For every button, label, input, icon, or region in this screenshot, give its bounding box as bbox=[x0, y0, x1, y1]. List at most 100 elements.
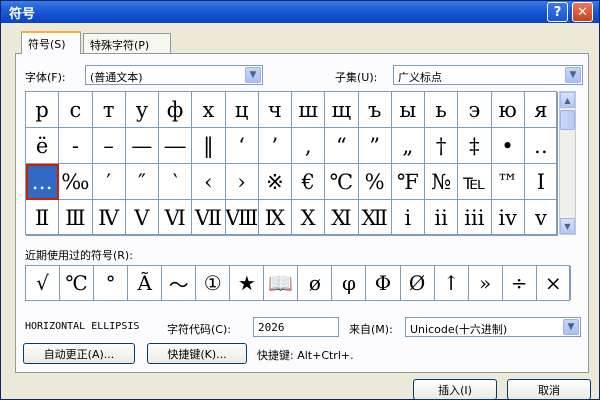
symbol-cell[interactable]: ю bbox=[491, 92, 525, 128]
recent-symbol-cell[interactable]: Ø bbox=[401, 266, 435, 300]
symbol-cell[interactable]: ” bbox=[358, 128, 392, 164]
recent-symbol-cell[interactable]: φ bbox=[332, 266, 367, 300]
recent-symbol-cell[interactable]: ↑ bbox=[435, 266, 469, 300]
symbol-cell[interactable]: Ⅺ bbox=[325, 200, 359, 236]
symbol-cell[interactable]: ℃ bbox=[325, 164, 359, 200]
symbol-cell[interactable]: щ bbox=[325, 92, 359, 128]
symbol-cell[interactable]: Ⅲ bbox=[59, 200, 93, 236]
symbol-cell[interactable]: т bbox=[92, 92, 126, 128]
symbol-cell[interactable]: ‥ bbox=[524, 128, 558, 164]
symbol-cell[interactable]: ― bbox=[159, 128, 193, 164]
symbol-cell[interactable]: % bbox=[358, 164, 392, 200]
recent-symbol-cell[interactable]: ★ bbox=[230, 266, 265, 300]
symbol-cell[interactable]: Ⅻ bbox=[358, 200, 392, 236]
symbol-cell[interactable]: Ⅴ bbox=[125, 200, 159, 236]
symbol-cell[interactable]: ‰ bbox=[59, 164, 93, 200]
symbol-cell[interactable]: ℡ bbox=[458, 164, 492, 200]
recent-symbol-cell[interactable]: Φ bbox=[366, 266, 401, 300]
symbol-cell[interactable]: ‵ bbox=[159, 164, 193, 200]
symbol-cell[interactable]: Ⅹ bbox=[292, 200, 326, 236]
recent-symbol-cell[interactable]: Ã bbox=[128, 266, 163, 300]
symbol-cell[interactable]: № bbox=[425, 164, 459, 200]
symbol-cell[interactable]: … bbox=[26, 164, 60, 200]
cancel-button[interactable]: 取消 bbox=[507, 379, 591, 400]
symbol-cell[interactable]: ⅱ bbox=[425, 200, 459, 236]
symbol-cell[interactable]: ⅰ bbox=[391, 200, 425, 236]
char-code-input[interactable]: 2026 bbox=[253, 317, 339, 337]
scroll-thumb[interactable] bbox=[560, 110, 575, 130]
scroll-up-button[interactable]: ▲ bbox=[560, 92, 575, 108]
symbol-cell[interactable]: Ⅶ bbox=[192, 200, 226, 236]
symbol-cell[interactable]: я bbox=[524, 92, 558, 128]
symbol-cell[interactable]: ™ bbox=[491, 164, 525, 200]
symbol-cell[interactable]: Ⅵ bbox=[159, 200, 193, 236]
symbol-cell[interactable]: • bbox=[491, 128, 525, 164]
recent-symbol-cell[interactable]: √ bbox=[26, 266, 61, 300]
help-button[interactable]: ? bbox=[547, 2, 568, 22]
symbol-cell[interactable]: › bbox=[225, 164, 259, 200]
symbol-cell[interactable]: ‚ bbox=[292, 128, 326, 164]
symbol-cell[interactable]: у bbox=[125, 92, 159, 128]
symbol-cell[interactable]: † bbox=[425, 128, 459, 164]
recent-symbol-cell[interactable]: ～ bbox=[162, 266, 197, 300]
symbol-cell[interactable]: ё bbox=[26, 128, 60, 164]
close-button[interactable]: ✕ bbox=[572, 2, 593, 22]
symbol-cell[interactable]: € bbox=[292, 164, 326, 200]
symbol-cell[interactable]: ⅲ bbox=[458, 200, 492, 236]
symbol-cell[interactable]: Ⅳ bbox=[92, 200, 126, 236]
symbol-cell[interactable]: Ⅰ bbox=[524, 164, 558, 200]
from-select[interactable]: Unicode(十六进制) ▼ bbox=[405, 317, 581, 337]
chevron-down-icon[interactable]: ▼ bbox=[245, 67, 261, 83]
symbol-cell[interactable]: ′ bbox=[92, 164, 126, 200]
symbol-cell[interactable]: ш bbox=[292, 92, 326, 128]
symbol-cell[interactable]: ц bbox=[225, 92, 259, 128]
symbol-cell[interactable]: Ⅸ bbox=[258, 200, 292, 236]
recent-symbol-cell[interactable]: 📖 bbox=[264, 266, 299, 300]
scroll-down-button[interactable]: ▼ bbox=[560, 218, 575, 234]
recent-symbol-cell[interactable]: ø bbox=[298, 266, 333, 300]
symbol-cell[interactable]: ″ bbox=[125, 164, 159, 200]
chevron-down-icon[interactable]: ▼ bbox=[565, 67, 581, 83]
symbol-cell[interactable]: Ⅷ bbox=[225, 200, 259, 236]
subset-label: 子集(U): bbox=[335, 71, 378, 84]
shortcut-key-button[interactable]: 快捷键(K)... bbox=[147, 343, 247, 364]
symbol-cell[interactable]: – bbox=[92, 128, 126, 164]
symbol-cell[interactable]: ’ bbox=[258, 128, 292, 164]
autocorrect-button[interactable]: 自动更正(A)... bbox=[23, 343, 135, 364]
chevron-down-icon[interactable]: ▼ bbox=[563, 319, 579, 335]
recent-symbol-cell[interactable]: ° bbox=[94, 266, 129, 300]
insert-button[interactable]: 插入(I) bbox=[413, 379, 497, 400]
recent-symbol-cell[interactable]: × bbox=[537, 266, 571, 300]
symbol-cell[interactable]: ℉ bbox=[391, 164, 425, 200]
symbol-cell[interactable]: ф bbox=[159, 92, 193, 128]
symbol-cell[interactable]: х bbox=[192, 92, 226, 128]
symbol-cell[interactable]: ‐ bbox=[59, 128, 93, 164]
symbol-cell[interactable]: ‘ bbox=[225, 128, 259, 164]
symbol-cell[interactable]: с bbox=[59, 92, 93, 128]
symbol-cell[interactable]: ‖ bbox=[192, 128, 226, 164]
symbol-cell[interactable]: “ bbox=[325, 128, 359, 164]
symbol-cell[interactable]: ‡ bbox=[458, 128, 492, 164]
symbol-cell[interactable]: ⅴ bbox=[524, 200, 558, 236]
font-select[interactable]: (普通文本) ▼ bbox=[85, 65, 263, 85]
symbol-cell[interactable]: „ bbox=[391, 128, 425, 164]
recent-symbol-cell[interactable]: » bbox=[469, 266, 503, 300]
symbol-cell[interactable]: э bbox=[458, 92, 492, 128]
symbol-cell[interactable]: ы bbox=[391, 92, 425, 128]
subset-select[interactable]: 广义标点 ▼ bbox=[393, 65, 583, 85]
symbol-cell[interactable]: ч bbox=[258, 92, 292, 128]
symbol-cell[interactable]: — bbox=[125, 128, 159, 164]
recent-symbol-cell[interactable]: ℃ bbox=[60, 266, 95, 300]
symbol-cell[interactable]: ※ bbox=[258, 164, 292, 200]
recent-symbol-cell[interactable]: ① bbox=[196, 266, 231, 300]
symbol-cell[interactable]: ⅳ bbox=[491, 200, 525, 236]
tab-special-characters[interactable]: 特殊字符(P) bbox=[83, 33, 171, 53]
symbol-cell[interactable]: Ⅱ bbox=[26, 200, 60, 236]
tab-symbols[interactable]: 符号(S) bbox=[21, 31, 81, 54]
symbol-cell[interactable]: ъ bbox=[358, 92, 392, 128]
symbol-grid-scrollbar[interactable]: ▲ ▼ bbox=[559, 91, 576, 235]
recent-symbol-cell[interactable]: ÷ bbox=[503, 266, 537, 300]
symbol-cell[interactable]: ь bbox=[425, 92, 459, 128]
symbol-cell[interactable]: ‹ bbox=[192, 164, 226, 200]
symbol-cell[interactable]: р bbox=[26, 92, 60, 128]
